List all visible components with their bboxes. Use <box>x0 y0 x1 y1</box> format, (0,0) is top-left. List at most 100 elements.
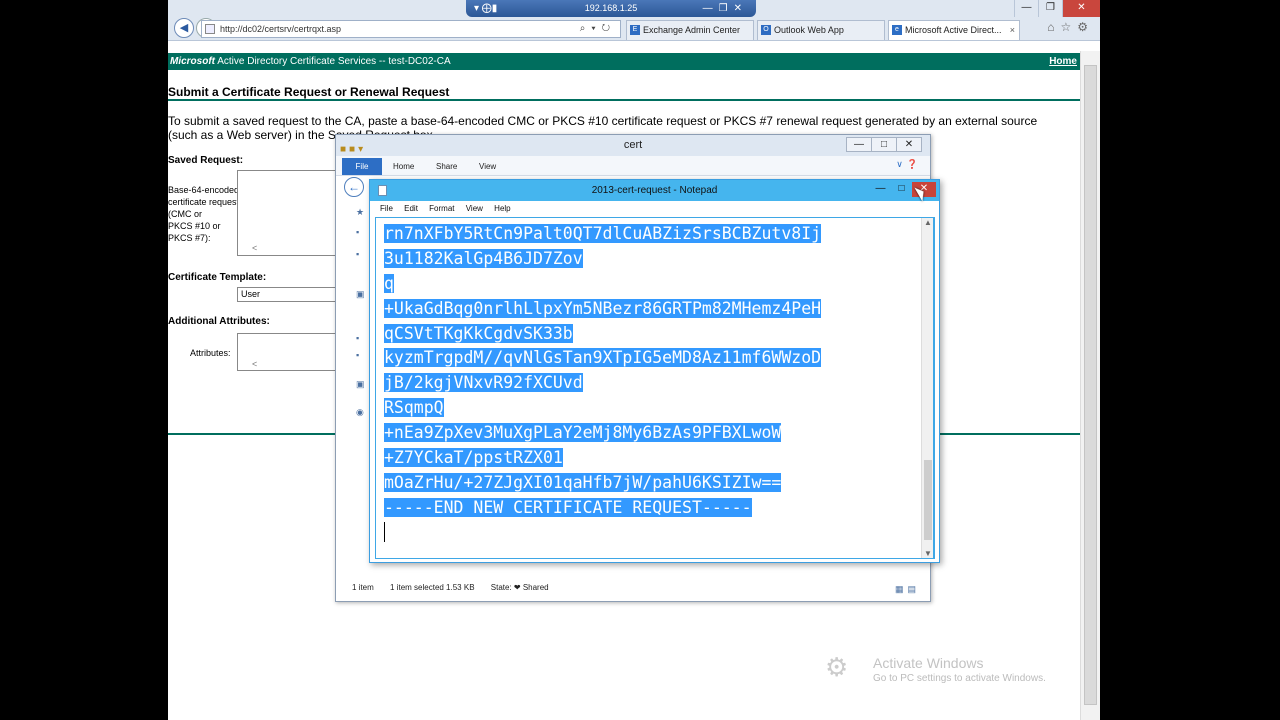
attributes-textarea[interactable]: < <box>237 333 337 371</box>
text-line-content: kyzmTrgpdM//qvNlGsTan9XTpIG5eMD8Az11mf6W… <box>384 348 822 368</box>
certificate-template-select[interactable]: User <box>237 287 337 302</box>
share-tab[interactable]: Share <box>436 158 457 175</box>
computer-icon[interactable]: ▣ <box>356 379 365 390</box>
scroll-down-icon[interactable]: ▼ <box>924 549 932 558</box>
notepad-title: 2013-cert-request - Notepad <box>591 185 718 196</box>
text-line-content: q <box>384 273 394 293</box>
tab-label: Outlook Web App <box>774 25 844 35</box>
item-count: 1 item <box>352 583 374 592</box>
text-line: +UkaGdBqg0nrlhLlpxYm5NBezr86GRTPm82MHemz… <box>384 297 822 322</box>
text-line: qCSVtTKgKkCgdvSK33b <box>384 322 821 347</box>
request-type-text: Base-64-encoded certificate request (CMC… <box>168 184 239 244</box>
watermark-subtitle: Go to PC settings to activate Windows. <box>873 673 1046 684</box>
home-favorites-settings-icons[interactable]: ⌂☆⚙ <box>1047 20 1094 34</box>
text-line-content: 3u1182KalGp4B6JD7Zov <box>384 248 583 268</box>
notepad-window-controls: — □ ✕ <box>870 182 936 197</box>
back-arrow-icon[interactable]: ← <box>344 177 364 197</box>
view-tab[interactable]: View <box>479 158 496 175</box>
text-line: +Z7YCkaT/ppstRZX01 <box>384 446 821 471</box>
file-tab[interactable]: File <box>342 158 382 175</box>
request-type-line: Base-64-encoded <box>168 185 240 195</box>
request-type-line: (CMC or <box>168 209 202 219</box>
scroll-left-icon[interactable]: < <box>252 243 257 253</box>
banner-title: Active Directory Certificate Services --… <box>215 56 451 67</box>
maximize-icon[interactable]: □ <box>891 182 912 197</box>
request-type-line: certificate request <box>168 197 240 207</box>
search-refresh-icon[interactable]: ⌕▾↻ <box>580 21 616 37</box>
maximize-icon[interactable]: □ <box>871 137 897 152</box>
address-bar[interactable]: http://dc02/certsrv/certrqxt.asp ⌕▾↻ <box>201 20 621 38</box>
notepad-text-area[interactable]: rn7nXFbY5RtCn9Palt0QT7dlCuABZizSrsBCBZut… <box>376 218 933 558</box>
ie-page-icon: e <box>892 25 902 35</box>
favorites-icon[interactable]: ★ <box>356 207 364 218</box>
scroll-up-icon[interactable]: ▲ <box>924 218 932 227</box>
network-icon[interactable]: ◉ <box>356 407 364 418</box>
scroll-thumb[interactable] <box>924 460 932 540</box>
saved-request-label: Saved Request: <box>168 155 244 166</box>
menu-format[interactable]: Format <box>429 204 454 213</box>
folder-icon[interactable]: ▪ <box>356 350 359 360</box>
selected-text[interactable]: rn7nXFbY5RtCn9Palt0QT7dlCuABZizSrsBCBZut… <box>384 222 822 521</box>
selection-info: 1 item selected 1.53 KB <box>390 583 475 592</box>
activation-watermark: ⚙ Activate Windows Go to PC settings to … <box>825 652 1085 692</box>
rdp-window-controls[interactable]: —❐✕ <box>703 0 748 17</box>
menu-file[interactable]: File <box>380 204 393 213</box>
close-tab-icon[interactable]: × <box>1010 21 1015 40</box>
help-icon[interactable]: ∨❓ <box>896 159 922 170</box>
exchange-icon: E <box>630 25 640 35</box>
text-line: jB/2kgjVNxvR92fXCUvd <box>384 371 821 396</box>
notepad-titlebar[interactable]: 2013-cert-request - Notepad — □ ✕ <box>370 180 939 201</box>
explorer-title: cert <box>623 139 643 151</box>
back-button[interactable]: ◀ <box>174 18 194 38</box>
text-line-content: mOaZrHu/+27ZJgXI01qaHfb7jW/pahU6KSIZIw== <box>384 472 782 492</box>
text-line: +nEa9ZpXev3MuXgPLaY2eMj8My6BzAs9PFBXLwoW <box>384 421 821 446</box>
home-tab[interactable]: Home <box>393 158 414 175</box>
menu-edit[interactable]: Edit <box>404 204 418 213</box>
rdp-connection-bar[interactable]: ▾ ⨁▮ 192.168.1.25 —❐✕ <box>466 0 756 17</box>
text-line-content: -----END NEW CERTIFICATE REQUEST----- <box>384 497 752 517</box>
folder-icon[interactable]: ▪ <box>356 333 359 343</box>
folder-icon[interactable]: ▪ <box>356 227 359 237</box>
restore-icon[interactable]: ❐ <box>1038 0 1062 17</box>
status-bar: 1 item 1 item selected 1.53 KB State: ❤ … <box>336 575 930 601</box>
text-line: 3u1182KalGp4B6JD7Zov <box>384 247 821 272</box>
notepad-scrollbar[interactable]: ▲ ▼ <box>921 218 933 558</box>
text-line: rn7nXFbY5RtCn9Palt0QT7dlCuABZizSrsBCBZut… <box>384 222 822 247</box>
library-icon[interactable]: ▣ <box>356 289 365 300</box>
scroll-left-icon[interactable]: < <box>252 359 257 369</box>
page-scrollbar[interactable] <box>1080 51 1100 720</box>
tab-outlook[interactable]: O Outlook Web App <box>757 20 885 40</box>
saved-request-textarea[interactable]: < <box>237 170 337 256</box>
pin-icon[interactable]: ▾ ⨁▮ <box>474 0 497 17</box>
explorer-titlebar[interactable]: ■■▾ cert — □ ✕ <box>336 135 930 156</box>
rdp-host: 192.168.1.25 <box>584 3 638 13</box>
minimize-icon[interactable]: — <box>870 182 891 197</box>
text-line-content: qCSVtTKgKkCgdvSK33b <box>384 323 573 343</box>
view-toggle-icons[interactable]: ▦▤ <box>895 584 920 595</box>
close-icon[interactable]: ✕ <box>1062 0 1100 17</box>
close-icon[interactable]: ✕ <box>896 137 922 152</box>
request-type-line: PKCS #10 or <box>168 221 221 231</box>
certificate-template-label: Certificate Template: <box>168 272 267 283</box>
divider <box>168 99 1080 101</box>
certsrv-banner: Microsoft Active Directory Certificate S… <box>168 53 1080 70</box>
editor-focus-border: rn7nXFbY5RtCn9Palt0QT7dlCuABZizSrsBCBZut… <box>375 217 935 559</box>
banner-brand: Microsoft <box>170 56 215 67</box>
text-line-content: RSqmpQ <box>384 398 444 418</box>
explorer-window-controls: — □ ✕ <box>846 137 922 152</box>
scroll-thumb[interactable] <box>1084 65 1097 705</box>
text-line-content: +nEa9ZpXev3MuXgPLaY2eMj8My6BzAs9PFBXLwoW <box>384 423 782 443</box>
tab-certsrv[interactable]: e Microsoft Active Direct... × <box>888 20 1020 40</box>
tab-exchange[interactable]: E Exchange Admin Center <box>626 20 754 40</box>
folder-icon[interactable]: ▪ <box>356 249 359 259</box>
notepad-menubar: File Edit Format View Help <box>370 201 939 217</box>
home-link[interactable]: Home <box>1049 53 1077 70</box>
menu-view[interactable]: View <box>466 204 483 213</box>
minimize-icon[interactable]: — <box>846 137 872 152</box>
text-line-content: rn7nXFbY5RtCn9Palt0QT7dlCuABZizSrsBCBZut… <box>384 224 822 243</box>
text-line-content: +Z7YCkaT/ppstRZX01 <box>384 448 563 468</box>
outlook-icon: O <box>761 25 771 35</box>
minimize-icon[interactable]: — <box>1014 0 1038 17</box>
page-title: Submit a Certificate Request or Renewal … <box>168 85 450 99</box>
menu-help[interactable]: Help <box>494 204 510 213</box>
